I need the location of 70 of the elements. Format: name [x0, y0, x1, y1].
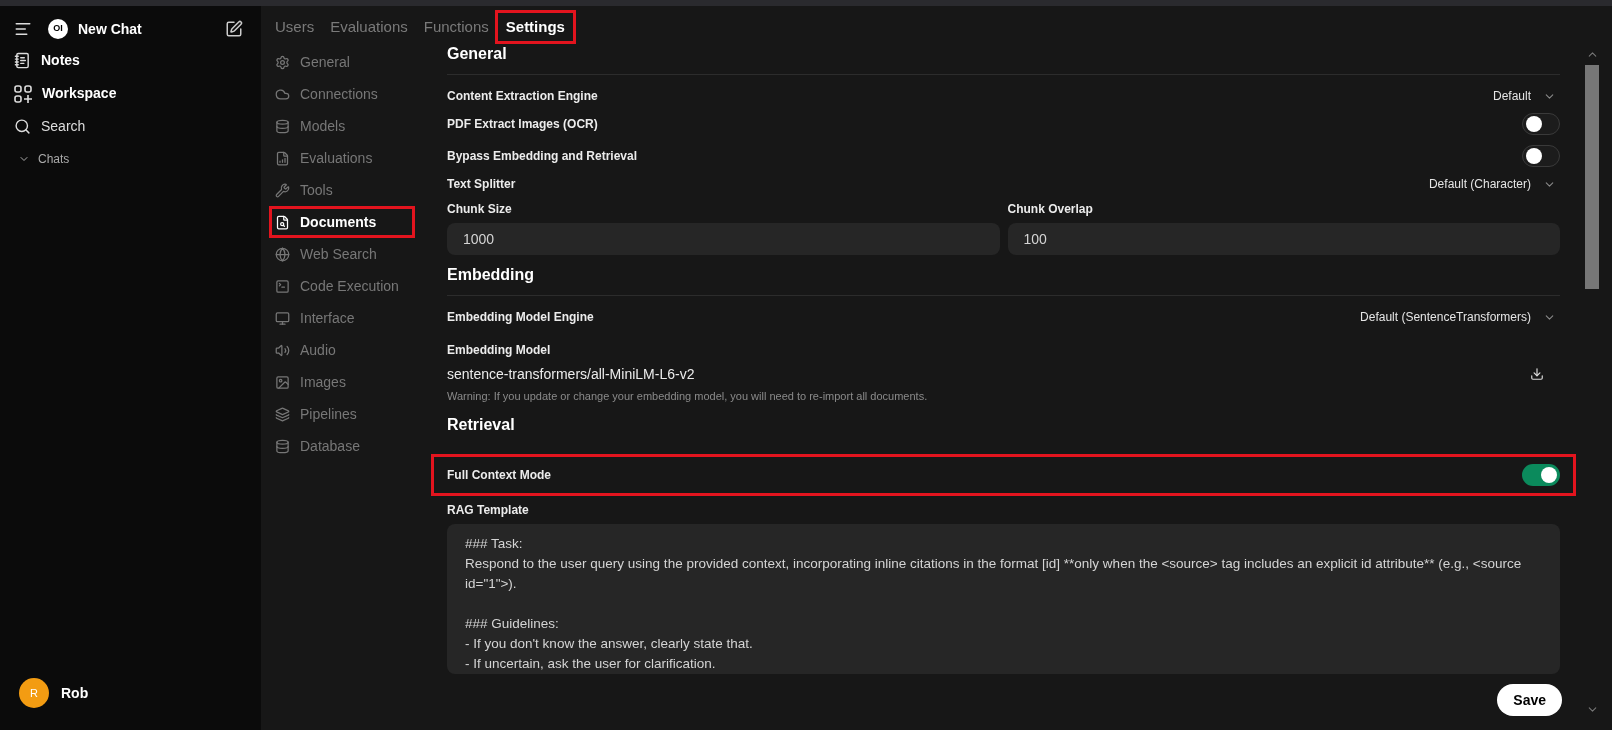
setting-label: Full Context Mode	[447, 466, 551, 483]
setting-label: Embedding Model Engine	[447, 309, 594, 325]
settings-nav-item[interactable]: Database	[275, 435, 360, 457]
settings-nav-item[interactable]: Audio	[275, 339, 336, 361]
tab[interactable]: Settings	[494, 9, 576, 45]
settings-nav-item[interactable]: Connections	[275, 83, 378, 105]
input-field[interactable]: 100	[1007, 223, 1560, 255]
cloud-icon	[275, 86, 290, 102]
globe-icon	[275, 246, 290, 262]
setting-label: Text Splitter	[447, 176, 516, 192]
settings-nav-item[interactable]: Evaluations	[275, 147, 373, 169]
field-label: Chunk Overlap	[1007, 201, 1094, 217]
select-dropdown[interactable]: Default (SentenceTransformers)	[1360, 309, 1560, 325]
new-chat-link[interactable]: New Chat	[78, 18, 142, 40]
grid-plus-icon	[14, 84, 32, 103]
settings-nav-item[interactable]: Interface	[275, 307, 355, 329]
sidebar-item[interactable]: Notes	[41, 50, 80, 71]
gear-icon	[275, 54, 290, 70]
select-dropdown[interactable]: Default	[1492, 88, 1560, 104]
section-heading: Embedding	[447, 265, 536, 285]
save-button[interactable]: Save	[1497, 684, 1562, 716]
setting-label: Content Extraction Engine	[447, 88, 598, 104]
select-dropdown[interactable]: Default (Character)	[1428, 176, 1560, 192]
wrench-icon	[275, 182, 290, 198]
settings-nav-item[interactable]: Models	[275, 115, 346, 137]
section-heading: Retrieval	[447, 414, 516, 435]
monitor-icon	[275, 310, 290, 326]
model-name: sentence-transformers/all-MiniLM-L6-v2	[447, 365, 695, 384]
avatar[interactable]: R	[19, 678, 49, 708]
menu-icon[interactable]	[14, 20, 32, 38]
tab[interactable]: Users	[275, 15, 315, 39]
section-heading: General	[447, 44, 508, 64]
user-name[interactable]: Rob	[61, 682, 89, 704]
speaker-icon	[275, 342, 290, 358]
setting-label: Bypass Embedding and Retrieval	[447, 148, 638, 164]
section-header[interactable]: Chats	[38, 151, 70, 167]
file-search-icon	[275, 214, 290, 230]
input-field[interactable]: 1000	[447, 223, 1000, 255]
logo: OI	[48, 19, 68, 39]
toggle-switch[interactable]	[1522, 145, 1560, 167]
database-icon	[275, 118, 290, 134]
setting-label: Embedding Model	[447, 342, 552, 358]
setting-label: RAG Template	[447, 501, 530, 518]
image-icon	[275, 374, 290, 390]
setting-label: PDF Extract Images (OCR)	[447, 116, 598, 132]
field-label: Chunk Size	[447, 201, 513, 217]
tab[interactable]: Evaluations	[330, 15, 408, 39]
settings-nav-item[interactable]: Web Search	[275, 243, 377, 265]
sidebar-item[interactable]: Search	[41, 116, 86, 137]
settings-nav-item[interactable]: Tools	[275, 179, 333, 201]
download-icon[interactable]	[1530, 367, 1544, 381]
search-icon	[14, 118, 31, 135]
file-chart-icon	[275, 150, 290, 166]
scrollbar-thumb[interactable]	[1585, 65, 1599, 289]
terminal-icon	[275, 278, 290, 294]
sidebar-item[interactable]: Workspace	[42, 83, 117, 104]
notebook-icon	[14, 52, 31, 69]
settings-nav-item[interactable]: Code Execution	[275, 275, 399, 297]
tab[interactable]: Functions	[423, 15, 489, 39]
warning-text: Warning: If you update or change your embedding model, you will need to re-import all documents.	[447, 389, 929, 404]
layers-icon	[275, 406, 290, 422]
template-textarea[interactable]: ### Task: Respond to the user query using the provided context, incorporating inline citations in the format [id] **only when the <source> tag includes an explicit id attribute** (e.g., <source id="1">). ### Guidelines: - If you don't know the answer, clearly state that. - If uncertain, ask the user for clarification.	[447, 523, 1560, 674]
settings-nav-item[interactable]: Documents	[275, 211, 377, 233]
compose-icon[interactable]	[225, 20, 243, 38]
settings-nav-item[interactable]: General	[275, 51, 350, 73]
toggle-switch[interactable]	[1522, 113, 1560, 135]
database-icon	[275, 438, 290, 454]
toggle-switch[interactable]	[1522, 463, 1560, 486]
settings-nav-item[interactable]: Pipelines	[275, 403, 357, 425]
settings-nav-item[interactable]: Images	[275, 371, 346, 393]
